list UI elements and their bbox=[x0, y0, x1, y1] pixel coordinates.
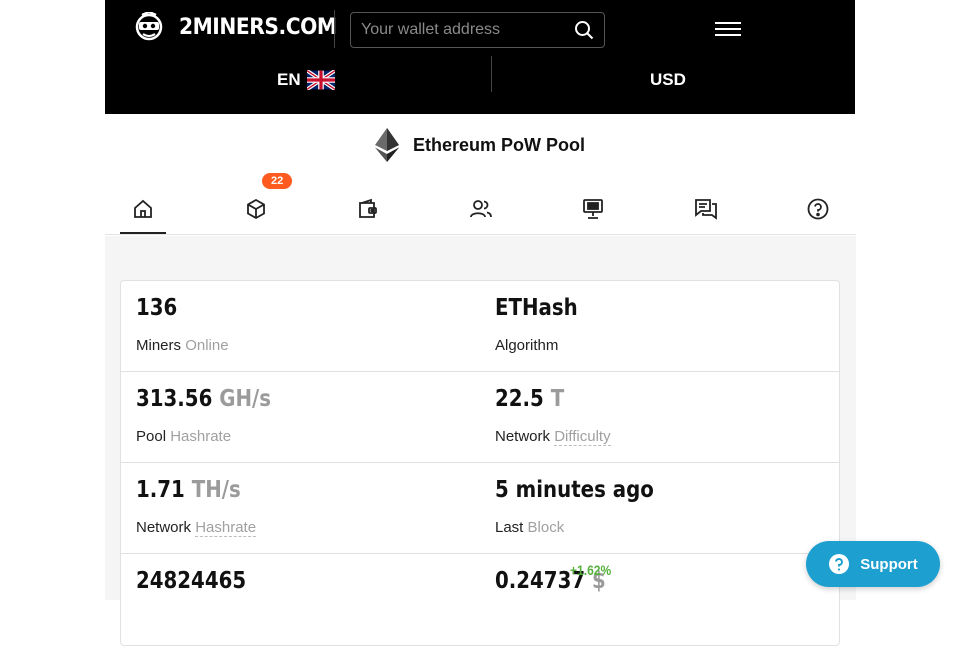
stats-grid: 136 Miners Online ETHash Algorithm 313.5… bbox=[120, 280, 840, 646]
language-selector[interactable]: EN bbox=[277, 70, 335, 90]
stat-pool-hashrate: 313.56 GH/s Pool Hashrate bbox=[121, 372, 480, 462]
uk-flag-icon bbox=[306, 70, 335, 90]
logo[interactable]: 2MINERS.COM bbox=[133, 12, 350, 42]
computer-icon bbox=[583, 199, 603, 219]
support-label: Support bbox=[860, 555, 918, 573]
stat-value: 0.24737 $ bbox=[495, 568, 606, 594]
tab-payments[interactable] bbox=[345, 186, 391, 232]
stat-label: Algorithm bbox=[495, 337, 559, 354]
tab-home[interactable] bbox=[120, 186, 166, 234]
ethereum-icon bbox=[375, 128, 399, 162]
stat-label: Network Difficulty bbox=[495, 428, 611, 446]
page: 2MINERS.COM EN bbox=[105, 0, 856, 646]
tab-help[interactable] bbox=[795, 186, 841, 232]
stat-network-difficulty: 22.5 T Network Difficulty bbox=[480, 372, 839, 462]
stats-panel: 136 Miners Online ETHash Algorithm 313.5… bbox=[105, 236, 856, 646]
stat-miners-online: 136 Miners Online bbox=[121, 281, 480, 371]
currency-selector[interactable]: USD bbox=[650, 70, 686, 90]
stat-value: ETHash bbox=[495, 295, 578, 321]
header-divider bbox=[334, 10, 335, 48]
stat-label: Pool Hashrate bbox=[136, 428, 232, 445]
hashrate-tooltip-trigger[interactable]: Hashrate bbox=[195, 519, 257, 537]
cube-icon bbox=[247, 198, 265, 220]
price-change: +1.62% bbox=[570, 562, 612, 578]
stat-value: 313.56 GH/s bbox=[136, 386, 272, 412]
chat-icon bbox=[695, 199, 717, 220]
stat-value: 24824465 bbox=[136, 568, 247, 594]
search-button[interactable] bbox=[574, 20, 594, 45]
logo-text: 2MINERS.COM bbox=[179, 14, 337, 40]
stats-row: 136 Miners Online ETHash Algorithm bbox=[121, 281, 839, 372]
nav-tabs bbox=[105, 180, 856, 235]
stat-value: 136 bbox=[136, 295, 178, 321]
stat-value: 5 minutes ago bbox=[495, 477, 654, 503]
hamburger-menu-button[interactable] bbox=[715, 18, 741, 40]
stat-algorithm: ETHash Algorithm bbox=[480, 281, 839, 371]
stat-last-block: 5 minutes ago Last Block bbox=[480, 463, 839, 553]
menu-bar bbox=[715, 28, 741, 30]
support-button[interactable]: Support bbox=[806, 541, 940, 587]
users-icon bbox=[470, 200, 492, 218]
menu-bar bbox=[715, 34, 741, 36]
pool-name: Ethereum PoW Pool bbox=[413, 134, 586, 155]
tab-connect[interactable] bbox=[570, 186, 616, 232]
pool-title: Ethereum PoW Pool bbox=[375, 128, 585, 162]
wallet-search-input[interactable] bbox=[351, 21, 561, 39]
stat-label: Last Block bbox=[495, 519, 565, 536]
search-box bbox=[350, 12, 605, 48]
home-icon bbox=[134, 199, 152, 218]
stat-label: Network Hashrate bbox=[136, 519, 257, 537]
stat-network-hashrate: 1.71 TH/s Network Hashrate bbox=[121, 463, 480, 553]
header-divider bbox=[491, 56, 492, 92]
wallet-icon bbox=[359, 198, 377, 218]
stats-row: 313.56 GH/s Pool Hashrate 22.5 T Network… bbox=[121, 372, 839, 463]
help-circle-icon bbox=[829, 554, 850, 574]
tab-miners[interactable] bbox=[458, 186, 504, 232]
stat-value: 22.5 T bbox=[495, 386, 565, 412]
stat-value: 1.71 TH/s bbox=[136, 477, 241, 503]
search-icon bbox=[575, 21, 594, 40]
difficulty-tooltip-trigger[interactable]: Difficulty bbox=[554, 428, 611, 446]
stat-label: Miners Online bbox=[136, 337, 229, 354]
blocks-count-badge: 22 bbox=[262, 173, 293, 189]
language-label: EN bbox=[277, 70, 301, 89]
question-icon bbox=[807, 198, 829, 220]
menu-bar bbox=[715, 22, 741, 24]
stats-row: 1.71 TH/s Network Hashrate 5 minutes ago… bbox=[121, 463, 839, 554]
tab-blocks[interactable] bbox=[233, 186, 279, 232]
tab-chat[interactable] bbox=[683, 186, 729, 232]
site-header: 2MINERS.COM EN bbox=[105, 0, 855, 114]
logo-icon bbox=[135, 12, 163, 41]
